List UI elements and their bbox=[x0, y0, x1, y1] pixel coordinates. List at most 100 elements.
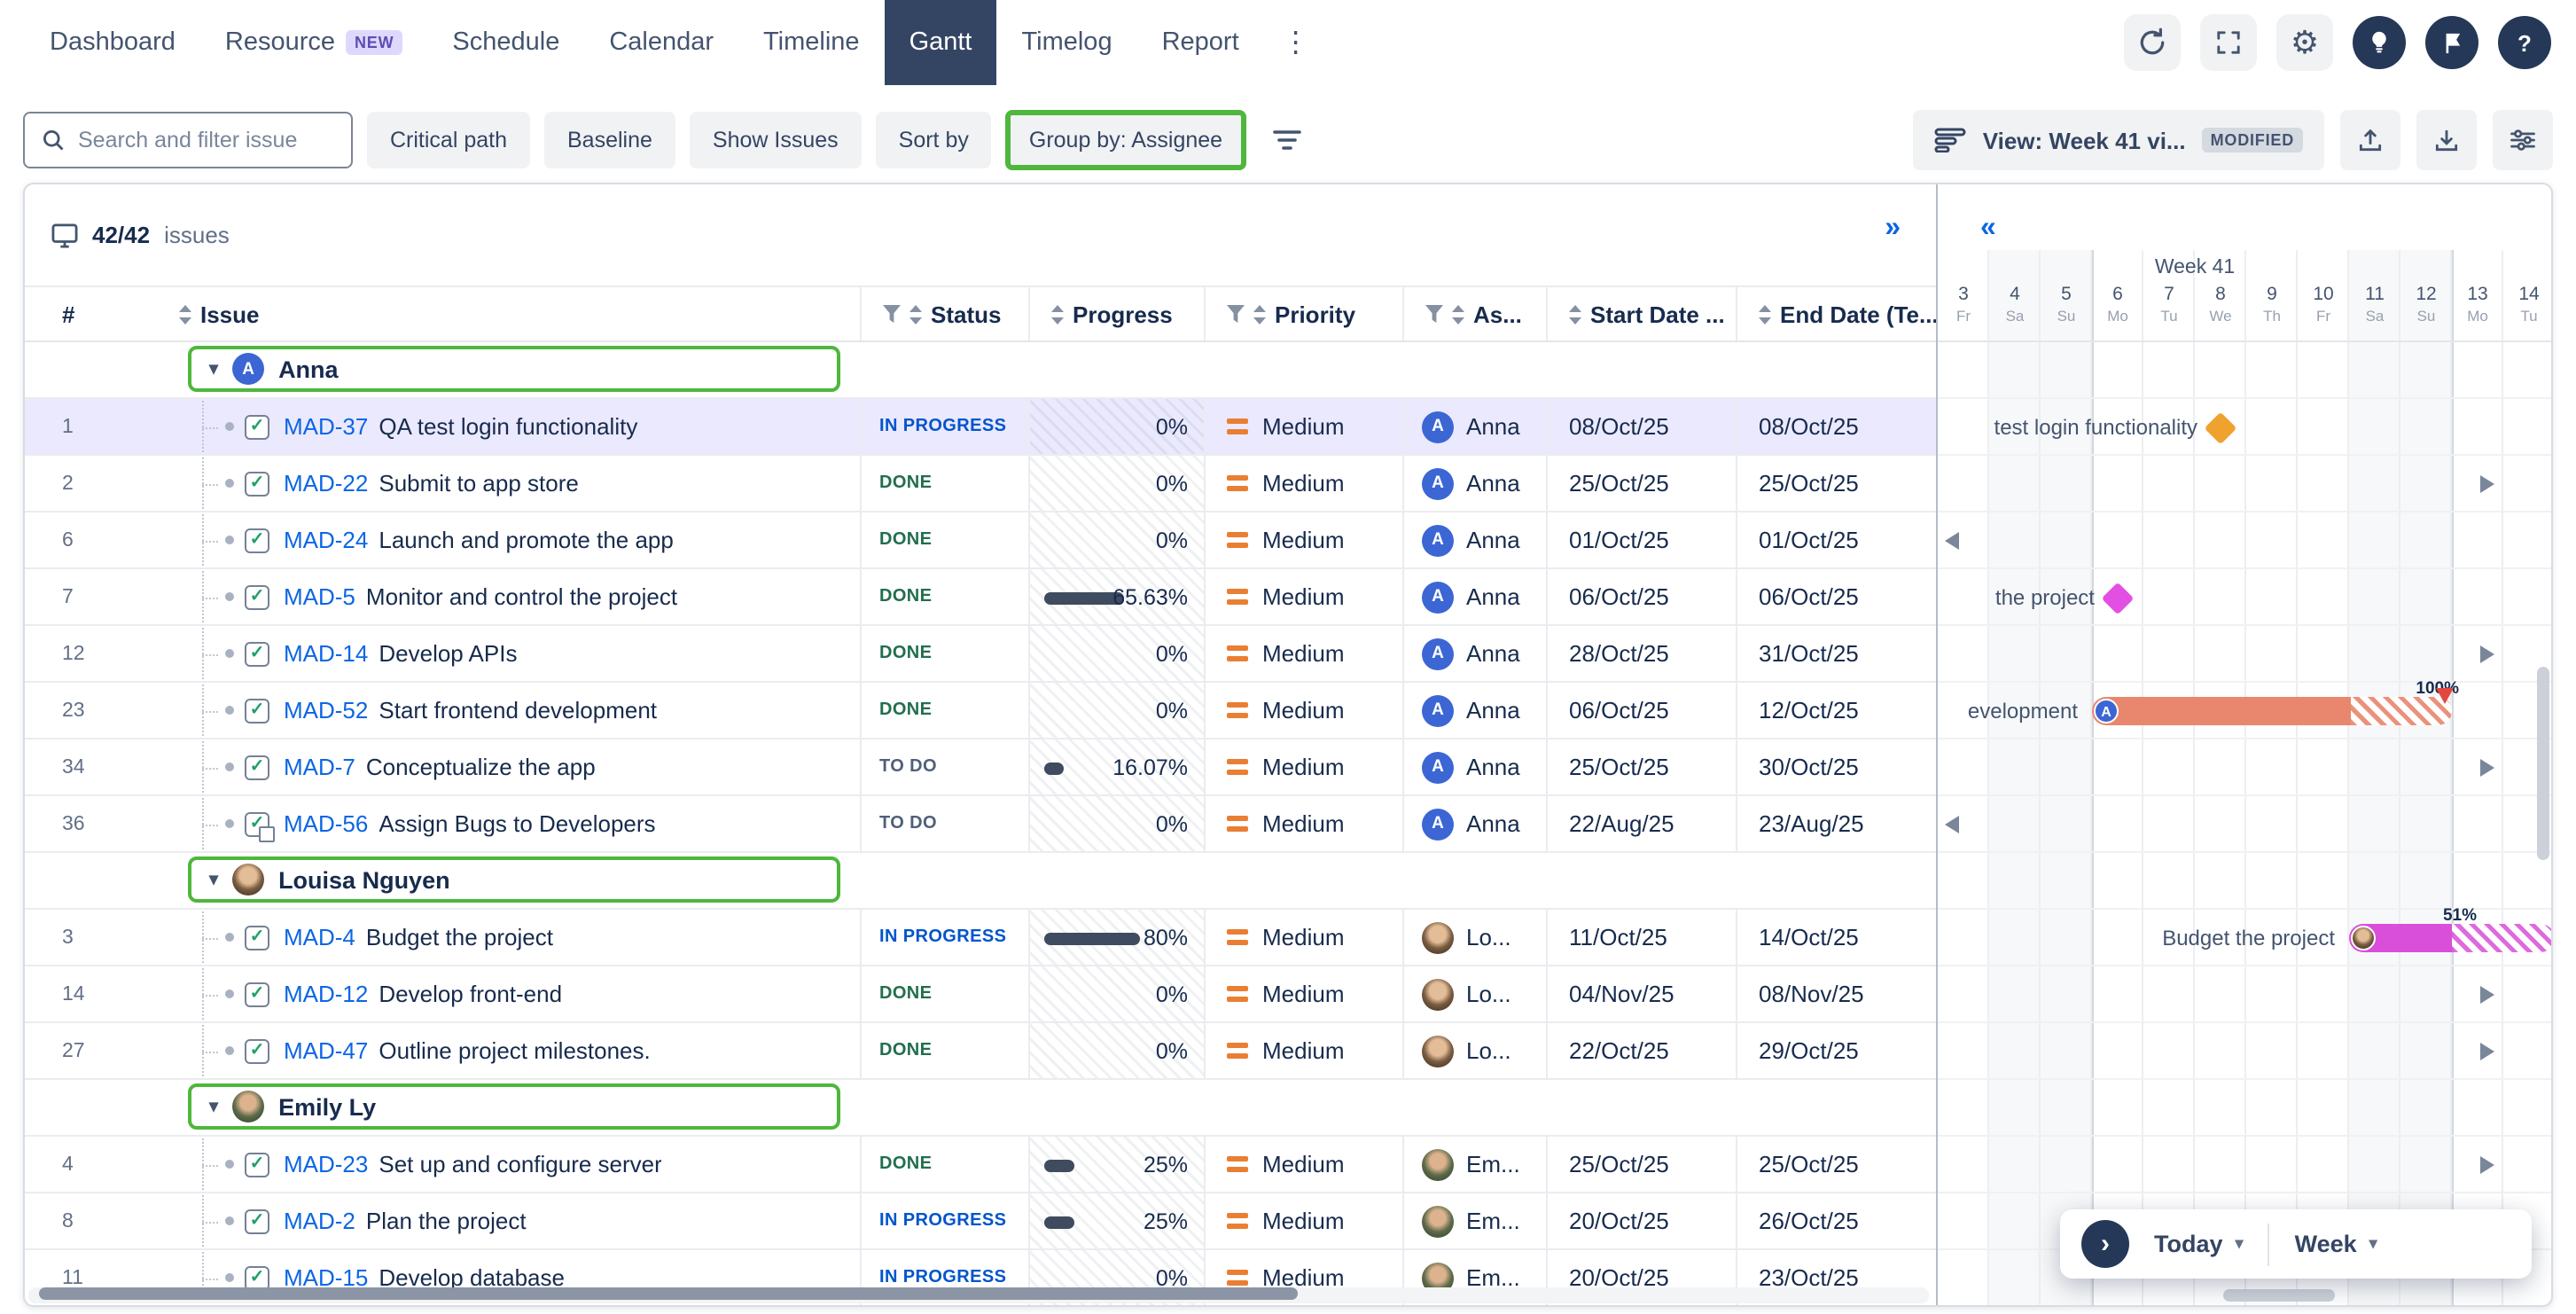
priority-cell[interactable]: Medium bbox=[1204, 683, 1402, 738]
status-cell[interactable]: DONE bbox=[860, 569, 1028, 624]
assignee-cell[interactable]: Lo... bbox=[1402, 966, 1546, 1021]
status-cell[interactable]: DONE bbox=[860, 683, 1028, 738]
progress-cell[interactable]: 25% bbox=[1028, 1137, 1204, 1192]
issue-row-mad-12[interactable]: 14✓MAD-12Develop front-endDONE0%MediumLo… bbox=[25, 966, 1936, 1023]
search-input[interactable]: Search and filter issue bbox=[23, 112, 353, 168]
task-checkbox-icon[interactable]: ✓ bbox=[245, 1208, 269, 1233]
assignee-cell[interactable]: AAnna bbox=[1402, 626, 1546, 681]
status-cell[interactable]: TO DO bbox=[860, 739, 1028, 794]
issue-key-link[interactable]: MAD-7 bbox=[284, 754, 355, 780]
status-cell[interactable]: TO DO bbox=[860, 796, 1028, 851]
task-checkbox-icon[interactable]: ✓ bbox=[245, 528, 269, 552]
start-date-cell[interactable]: 25/Oct/25 bbox=[1546, 456, 1736, 511]
end-date-cell[interactable]: 25/Oct/25 bbox=[1736, 456, 1936, 511]
offscreen-right-indicator-icon[interactable] bbox=[2480, 1043, 2494, 1060]
column-header-more[interactable]: # bbox=[25, 287, 158, 340]
end-date-cell[interactable]: 31/Oct/25 bbox=[1736, 626, 1936, 681]
start-date-cell[interactable]: 20/Oct/25 bbox=[1546, 1193, 1736, 1248]
priority-cell[interactable]: Medium bbox=[1204, 1023, 1402, 1078]
priority-cell[interactable]: Medium bbox=[1204, 512, 1402, 567]
priority-cell[interactable]: Medium bbox=[1204, 1137, 1402, 1192]
group-collapse-chevron-icon[interactable]: ▾ bbox=[209, 1097, 218, 1116]
timeline-horizontal-scrollbar-thumb[interactable] bbox=[2223, 1289, 2335, 1302]
settings-button[interactable]: ⚙ bbox=[2276, 14, 2333, 71]
assignee-cell[interactable]: AAnna bbox=[1402, 456, 1546, 511]
offscreen-left-indicator-icon[interactable] bbox=[1945, 816, 1959, 833]
end-date-cell[interactable]: 01/Oct/25 bbox=[1736, 512, 1936, 567]
end-date-cell[interactable]: 25/Oct/25 bbox=[1736, 1137, 1936, 1192]
progress-cell[interactable]: 65.63% bbox=[1028, 569, 1204, 624]
end-date-cell[interactable]: 06/Oct/25 bbox=[1736, 569, 1936, 624]
progress-cell[interactable]: 0% bbox=[1028, 399, 1204, 454]
end-date-cell[interactable]: 23/Aug/25 bbox=[1736, 796, 1936, 851]
progress-cell[interactable]: 25% bbox=[1028, 1193, 1204, 1248]
group-collapse-chevron-icon[interactable]: ▾ bbox=[209, 359, 218, 379]
today-button[interactable]: Today ▾ bbox=[2154, 1231, 2244, 1257]
progress-cell[interactable]: 16.07% bbox=[1028, 739, 1204, 794]
issue-key-link[interactable]: MAD-37 bbox=[284, 413, 368, 440]
offscreen-right-indicator-icon[interactable] bbox=[2480, 475, 2494, 493]
column-header-status[interactable]: Status bbox=[860, 287, 1028, 340]
group-highlight-box[interactable]: ▾Louisa Nguyen bbox=[188, 856, 840, 903]
offscreen-right-indicator-icon[interactable] bbox=[2480, 1156, 2494, 1174]
issue-row-mad-52[interactable]: 23✓MAD-52Start frontend developmentDONE0… bbox=[25, 683, 1936, 739]
filter-button[interactable] bbox=[1260, 112, 1313, 168]
priority-cell[interactable]: Medium bbox=[1204, 626, 1402, 681]
group-highlight-box[interactable]: ▾Emily Ly bbox=[188, 1083, 840, 1130]
priority-cell[interactable]: Medium bbox=[1204, 569, 1402, 624]
export-button[interactable] bbox=[2340, 110, 2400, 170]
column-header-progress[interactable]: Progress bbox=[1028, 287, 1204, 340]
status-cell[interactable]: DONE bbox=[860, 626, 1028, 681]
priority-cell[interactable]: Medium bbox=[1204, 739, 1402, 794]
issue-row-mad-23[interactable]: 4✓MAD-23Set up and configure serverDONE2… bbox=[25, 1137, 1936, 1193]
gantt-bar[interactable] bbox=[2092, 697, 2452, 725]
column-header-start-date[interactable]: Start Date ... bbox=[1546, 287, 1736, 340]
task-checkbox-icon[interactable]: ✓ bbox=[245, 584, 269, 609]
offscreen-right-indicator-icon[interactable] bbox=[2480, 645, 2494, 663]
issue-key-link[interactable]: MAD-24 bbox=[284, 527, 368, 553]
issue-key-link[interactable]: MAD-5 bbox=[284, 583, 355, 610]
show-issues-button[interactable]: Show Issues bbox=[690, 112, 862, 168]
start-date-cell[interactable]: 25/Oct/25 bbox=[1546, 1137, 1736, 1192]
nav-item-timelog[interactable]: Timelog bbox=[997, 0, 1137, 85]
issue-row-mad-47[interactable]: 27✓MAD-47Outline project milestones.DONE… bbox=[25, 1023, 1936, 1080]
priority-cell[interactable]: Medium bbox=[1204, 456, 1402, 511]
issue-key-link[interactable]: MAD-23 bbox=[284, 1151, 368, 1177]
progress-cell[interactable]: 0% bbox=[1028, 796, 1204, 851]
end-date-cell[interactable]: 08/Nov/25 bbox=[1736, 966, 1936, 1021]
start-date-cell[interactable]: 28/Oct/25 bbox=[1546, 626, 1736, 681]
assignee-cell[interactable]: AAnna bbox=[1402, 569, 1546, 624]
subtask-icon[interactable]: ✓ bbox=[245, 811, 269, 836]
end-date-cell[interactable]: 26/Oct/25 bbox=[1736, 1193, 1936, 1248]
offscreen-right-indicator-icon[interactable] bbox=[2480, 759, 2494, 777]
assignee-cell[interactable]: AAnna bbox=[1402, 512, 1546, 567]
offscreen-right-indicator-icon[interactable] bbox=[2480, 986, 2494, 1004]
nav-item-report[interactable]: Report bbox=[1137, 0, 1264, 85]
status-cell[interactable]: IN PROGRESS bbox=[860, 399, 1028, 454]
progress-cell[interactable]: 0% bbox=[1028, 512, 1204, 567]
status-cell[interactable]: DONE bbox=[860, 512, 1028, 567]
view-selector-button[interactable]: View: Week 41 vi... MODIFIED bbox=[1914, 110, 2324, 170]
issue-key-link[interactable]: MAD-22 bbox=[284, 470, 368, 497]
assignee-cell[interactable]: Em... bbox=[1402, 1137, 1546, 1192]
priority-cell[interactable]: Medium bbox=[1204, 1193, 1402, 1248]
issue-key-link[interactable]: MAD-2 bbox=[284, 1208, 355, 1234]
status-cell[interactable]: DONE bbox=[860, 456, 1028, 511]
column-header-issue[interactable]: Issue bbox=[158, 287, 860, 340]
assignee-cell[interactable]: AAnna bbox=[1402, 683, 1546, 738]
assignee-cell[interactable]: Lo... bbox=[1402, 910, 1546, 965]
progress-cell[interactable]: 0% bbox=[1028, 626, 1204, 681]
critical-path-button[interactable]: Critical path bbox=[367, 112, 530, 168]
end-date-cell[interactable]: 08/Oct/25 bbox=[1736, 399, 1936, 454]
nav-item-gantt[interactable]: Gantt bbox=[885, 0, 997, 85]
status-cell[interactable]: DONE bbox=[860, 966, 1028, 1021]
assignee-cell[interactable]: AAnna bbox=[1402, 739, 1546, 794]
start-date-cell[interactable]: 06/Oct/25 bbox=[1546, 683, 1736, 738]
start-date-cell[interactable]: 01/Oct/25 bbox=[1546, 512, 1736, 567]
end-date-cell[interactable]: 29/Oct/25 bbox=[1736, 1023, 1936, 1078]
sort-by-button[interactable]: Sort by bbox=[876, 112, 992, 168]
start-date-cell[interactable]: 25/Oct/25 bbox=[1546, 739, 1736, 794]
issue-row-mad-7[interactable]: 34✓MAD-7Conceptualize the appTO DO16.07%… bbox=[25, 739, 1936, 796]
progress-cell[interactable]: 0% bbox=[1028, 683, 1204, 738]
assignee-cell[interactable]: AAnna bbox=[1402, 399, 1546, 454]
